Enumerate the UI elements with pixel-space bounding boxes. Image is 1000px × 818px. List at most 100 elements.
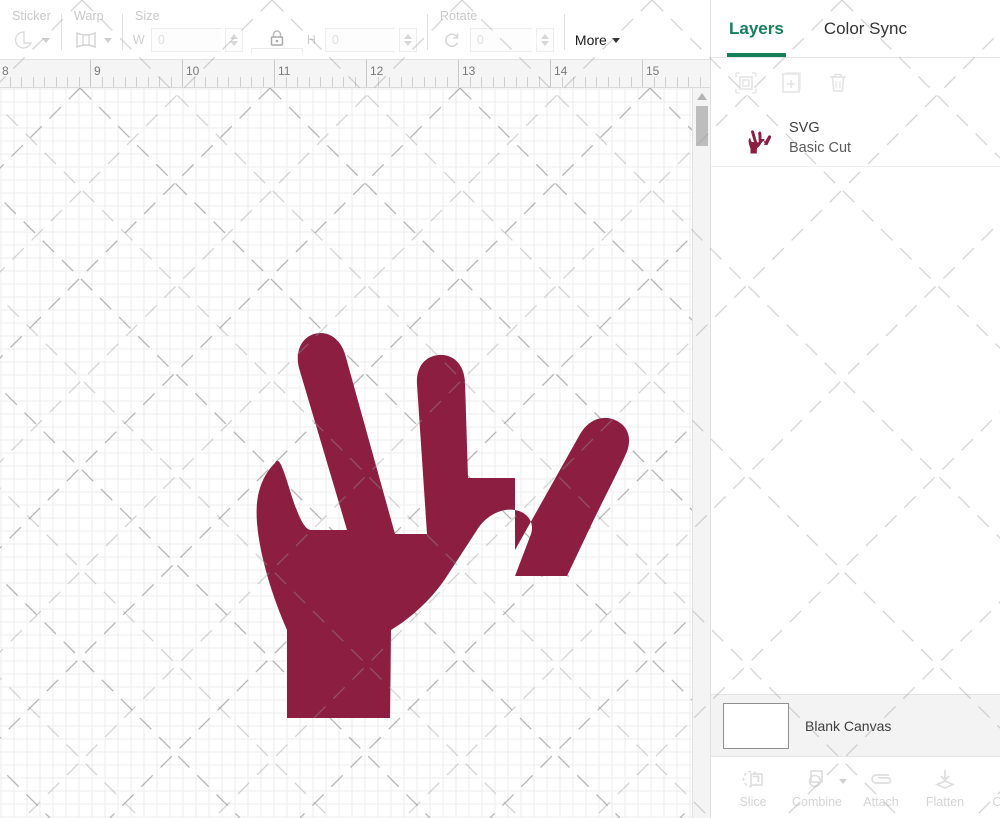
layer-thumbnail <box>745 121 775 155</box>
horizontal-ruler[interactable]: 89101112131415 <box>0 60 710 88</box>
flatten-button[interactable]: Flatten <box>913 766 977 809</box>
ruler-minor-tick <box>481 77 482 87</box>
combine-button[interactable]: Combine <box>785 766 849 809</box>
more-label: More <box>575 32 607 48</box>
ruler-minor-tick <box>401 77 402 87</box>
ruler-number: 10 <box>182 64 199 78</box>
ruler-minor-tick <box>44 77 45 87</box>
rotate-icon[interactable] <box>438 28 466 52</box>
ruler-minor-tick <box>700 77 701 87</box>
ruler-minor-tick <box>125 77 126 87</box>
warp-chevron-down-icon[interactable] <box>104 38 112 43</box>
ruler-minor-tick <box>573 77 574 87</box>
flatten-label: Flatten <box>926 795 964 809</box>
ruler-minor-tick <box>493 77 494 87</box>
warp-group[interactable]: Warp <box>62 0 122 53</box>
sticker-group[interactable]: Sticker <box>0 0 61 53</box>
ruler-minor-tick <box>631 77 632 87</box>
contour-button[interactable]: Conto <box>977 766 1000 809</box>
rotate-input[interactable] <box>470 28 532 52</box>
ruler-minor-tick <box>596 77 597 87</box>
lock-icon[interactable] <box>263 28 291 48</box>
sticker-label: Sticker <box>12 9 51 23</box>
ruler-minor-tick <box>148 77 149 87</box>
combine-icon <box>804 766 830 792</box>
ruler-minor-tick <box>504 77 505 87</box>
list-item[interactable]: SVG Basic Cut <box>711 110 1000 167</box>
blank-canvas-row[interactable]: Blank Canvas <box>711 694 1000 756</box>
hand-artwork[interactable] <box>215 178 675 743</box>
ruler-minor-tick <box>470 77 471 87</box>
rotate-stepper[interactable] <box>536 28 554 52</box>
ruler-minor-tick <box>228 77 229 87</box>
width-tag: W <box>133 33 147 47</box>
bottom-action-bar: Slice Combine Attach <box>711 756 1000 818</box>
attach-icon <box>867 766 895 792</box>
ruler-minor-tick <box>688 77 689 87</box>
ruler-minor-tick <box>677 77 678 87</box>
ruler-minor-tick <box>263 77 264 87</box>
toolbar-divider-4 <box>564 14 565 50</box>
tab-layers[interactable]: Layers <box>729 0 784 57</box>
size-lock-group[interactable] <box>247 7 307 53</box>
contour-icon <box>996 766 1000 792</box>
slice-label: Slice <box>739 795 766 809</box>
scroll-up-arrow-icon[interactable] <box>693 88 710 104</box>
ruler-minor-tick <box>21 77 22 87</box>
height-input[interactable] <box>325 28 395 52</box>
warp-label: Warp <box>74 9 112 23</box>
ruler-minor-tick <box>309 77 310 87</box>
canvas-vertical-scrollbar[interactable] <box>692 88 710 818</box>
sticker-icon[interactable] <box>10 28 38 52</box>
duplicate-icon[interactable] <box>779 70 807 98</box>
ruler-minor-tick <box>79 77 80 87</box>
ruler-minor-tick <box>619 77 620 87</box>
design-canvas[interactable] <box>0 88 710 818</box>
ruler-minor-tick <box>435 77 436 87</box>
more-button[interactable]: More <box>571 27 624 53</box>
contour-label: Conto <box>992 795 1000 809</box>
canvas-column: Sticker Warp <box>0 0 710 818</box>
design-space-app: Sticker Warp <box>0 0 1000 818</box>
size-link-bracket <box>251 48 303 54</box>
flatten-icon <box>932 766 958 792</box>
height-tag: H <box>307 33 321 47</box>
ruler-minor-tick <box>251 77 252 87</box>
ruler-minor-tick <box>159 77 160 87</box>
slice-icon <box>740 766 766 792</box>
height-group: H <box>307 0 427 53</box>
ruler-minor-tick <box>67 77 68 87</box>
tab-color-sync[interactable]: Color Sync <box>824 0 907 57</box>
slice-button[interactable]: Slice <box>721 766 785 809</box>
ruler-minor-tick <box>608 77 609 87</box>
ruler-number: 13 <box>458 64 475 78</box>
blank-canvas-label: Blank Canvas <box>805 718 891 734</box>
more-chevron-down-icon <box>612 38 620 43</box>
ruler-minor-tick <box>56 77 57 87</box>
warp-icon[interactable] <box>72 28 100 52</box>
ruler-minor-tick <box>343 77 344 87</box>
height-spacer-label <box>309 9 417 23</box>
layer-action-bar <box>711 58 1000 110</box>
sticker-chevron-down-icon[interactable] <box>42 38 50 43</box>
ruler-minor-tick <box>355 77 356 87</box>
height-stepper[interactable] <box>399 28 417 52</box>
ruler-minor-tick <box>539 77 540 87</box>
ruler-minor-tick <box>286 77 287 87</box>
ruler-minor-tick <box>113 77 114 87</box>
group-icon[interactable] <box>733 70 761 98</box>
delete-icon[interactable] <box>825 70 853 98</box>
width-input[interactable] <box>151 28 221 52</box>
canvas-swatch[interactable] <box>723 703 789 749</box>
ruler-minor-tick <box>412 77 413 87</box>
scrollbar-thumb[interactable] <box>696 106 708 146</box>
ruler-number: 14 <box>550 64 567 78</box>
ruler-minor-tick <box>527 77 528 87</box>
ruler-number: 12 <box>366 64 383 78</box>
ruler-minor-tick <box>320 77 321 87</box>
attach-button[interactable]: Attach <box>849 766 913 809</box>
combine-chevron-down-icon[interactable] <box>839 779 847 784</box>
width-stepper[interactable] <box>225 28 243 52</box>
rotate-group: Rotate <box>428 0 564 53</box>
top-toolbar: Sticker Warp <box>0 0 710 60</box>
